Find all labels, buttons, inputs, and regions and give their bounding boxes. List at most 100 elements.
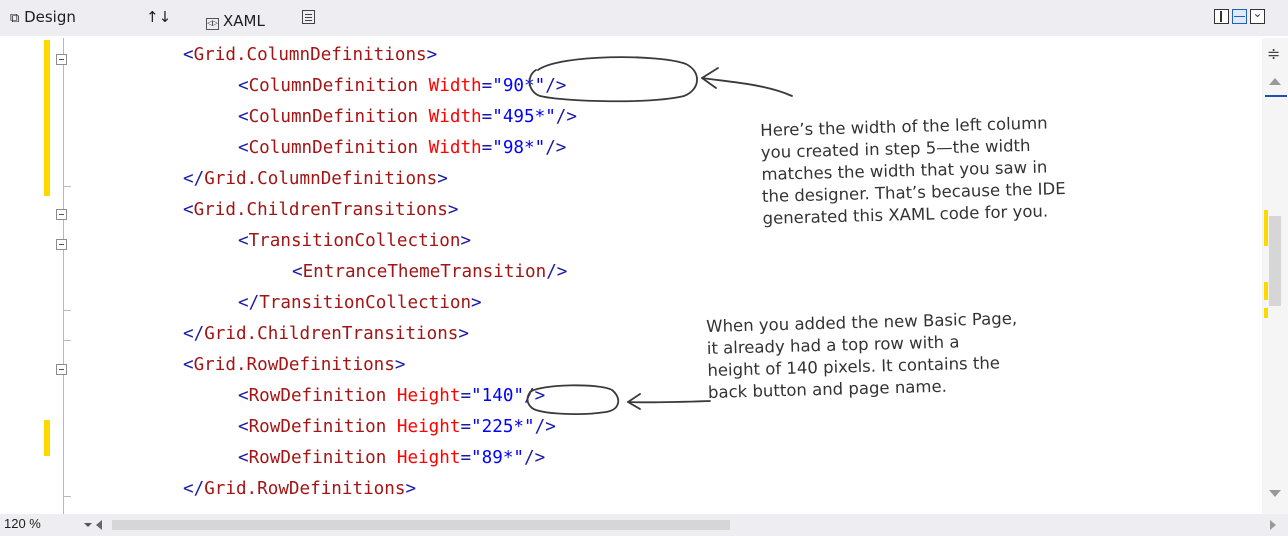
code-line[interactable]: <RowDefinition Height="140"/> — [238, 386, 545, 406]
code-line[interactable]: </Grid.RowDefinitions> — [183, 479, 416, 499]
code-token: = — [481, 138, 493, 158]
scroll-up-icon[interactable] — [1269, 78, 1281, 85]
code-token: TransitionCollection — [259, 293, 472, 313]
collapse-region-icon[interactable] — [56, 364, 67, 375]
code-token: < — [238, 448, 249, 468]
code-line[interactable]: <RowDefinition Height="225*"/> — [238, 417, 556, 437]
code-token: </ — [183, 479, 205, 499]
code-token: > — [460, 231, 472, 251]
code-token: > — [471, 293, 482, 313]
code-line[interactable]: </TransitionCollection> — [238, 293, 482, 313]
vertical-scrollbar[interactable]: ≑ — [1262, 38, 1288, 514]
swap-panes-icon: ↑↓ — [146, 8, 172, 26]
code-token: < — [183, 45, 194, 65]
code-token: RowDefinition — [248, 448, 387, 468]
zoom-dropdown-icon[interactable] — [84, 523, 92, 527]
code-token: < — [183, 200, 194, 220]
vertical-scroll-thumb[interactable] — [1269, 216, 1281, 306]
code-line[interactable]: </Grid.ChildrenTransitions> — [183, 324, 469, 344]
swap-panes-button[interactable]: ↑↓ — [146, 8, 171, 26]
code-token: /> — [534, 417, 556, 437]
code-token: Height — [396, 386, 461, 406]
scroll-position-marker — [1265, 95, 1287, 97]
code-token: = — [481, 107, 493, 127]
code-line[interactable]: </Grid.ColumnDefinitions> — [183, 169, 448, 189]
xaml-file-icon: ◁▷ — [206, 18, 219, 30]
code-token: /> — [524, 386, 546, 406]
code-token: ColumnDefinition — [248, 76, 419, 96]
change-overview-marker — [1264, 308, 1268, 318]
code-token: </ — [238, 293, 260, 313]
collapse-region-icon[interactable] — [56, 209, 67, 220]
split-handle-icon[interactable]: ≑ — [1267, 44, 1280, 63]
code-token: Grid.ChildrenTransitions — [204, 324, 459, 344]
code-token: > — [426, 45, 438, 65]
code-line[interactable]: <EntranceThemeTransition/> — [292, 262, 567, 282]
code-token: < — [238, 386, 249, 406]
code-token: ColumnDefinition — [248, 138, 419, 158]
code-token: < — [292, 262, 303, 282]
vertical-split-icon[interactable] — [1214, 9, 1229, 24]
code-token: > — [447, 200, 459, 220]
code-token: < — [238, 231, 249, 251]
xaml-code-editor[interactable]: <Grid.ColumnDefinitions> <ColumnDefinitio… — [0, 38, 1262, 514]
code-line[interactable]: <TransitionCollection> — [238, 231, 471, 251]
code-line[interactable]: <ColumnDefinition Width="495*"/> — [238, 107, 577, 127]
code-token: < — [238, 417, 249, 437]
design-tab[interactable]: ⧉ Design — [10, 8, 76, 26]
code-line[interactable]: <Grid.RowDefinitions> — [183, 355, 405, 375]
code-token: EntranceThemeTransition — [302, 262, 547, 282]
horizontal-split-icon[interactable] — [1232, 9, 1247, 24]
code-token: Width — [428, 138, 482, 158]
scroll-right-icon[interactable] — [1270, 520, 1276, 530]
code-token: Height — [396, 417, 461, 437]
xaml-tab[interactable]: ◁▷ XAML — [206, 12, 265, 30]
editor-bottom-bar: 120 % — [0, 514, 1288, 536]
code-token: = — [481, 76, 493, 96]
designer-tab-bar: ⧉ Design ↑↓ ◁▷ XAML — [0, 0, 1288, 36]
document-outline-icon[interactable] — [302, 10, 315, 24]
code-line[interactable]: <ColumnDefinition Width="98*"/> — [238, 138, 566, 158]
code-token: </ — [183, 324, 205, 344]
code-token: ColumnDefinition — [248, 107, 419, 127]
zoom-level[interactable]: 120 % — [4, 516, 41, 531]
change-overview-marker — [1264, 282, 1268, 300]
code-token: Width — [428, 107, 482, 127]
code-token: RowDefinition — [248, 417, 387, 437]
code-token: "89*" — [471, 448, 525, 468]
code-token: Grid.ColumnDefinitions — [204, 169, 438, 189]
code-token: < — [238, 107, 249, 127]
code-token: > — [437, 169, 448, 189]
code-line[interactable]: <Grid.ChildrenTransitions> — [183, 200, 458, 220]
code-token: Grid.RowDefinitions — [193, 355, 395, 375]
code-token: = — [460, 386, 472, 406]
code-token: "98*" — [492, 138, 546, 158]
collapse-region-icon[interactable] — [56, 239, 67, 250]
code-token: Grid.RowDefinitions — [204, 479, 406, 499]
code-line[interactable]: <ColumnDefinition Width="90*"/> — [238, 76, 566, 96]
collapse-pane-icon[interactable] — [1250, 4, 1265, 24]
code-line[interactable]: <Grid.ColumnDefinitions> — [183, 45, 437, 65]
change-marker — [44, 40, 50, 196]
code-token: RowDefinition — [248, 386, 387, 406]
horizontal-scroll-thumb[interactable] — [112, 520, 730, 530]
code-token: "140" — [471, 386, 525, 406]
change-marker — [44, 420, 50, 456]
code-token: TransitionCollection — [248, 231, 461, 251]
design-tab-label: Design — [24, 8, 76, 26]
code-token: /> — [555, 107, 577, 127]
scroll-down-icon[interactable] — [1269, 490, 1281, 497]
code-token: < — [238, 138, 249, 158]
collapse-region-icon[interactable] — [56, 54, 67, 65]
code-token: = — [460, 448, 472, 468]
scroll-left-icon[interactable] — [96, 520, 102, 530]
code-token: Width — [428, 76, 482, 96]
outline-guide — [63, 38, 64, 514]
code-token: /> — [546, 262, 568, 282]
code-token: > — [405, 479, 417, 499]
code-line[interactable]: <RowDefinition Height="89*"/> — [238, 448, 545, 468]
